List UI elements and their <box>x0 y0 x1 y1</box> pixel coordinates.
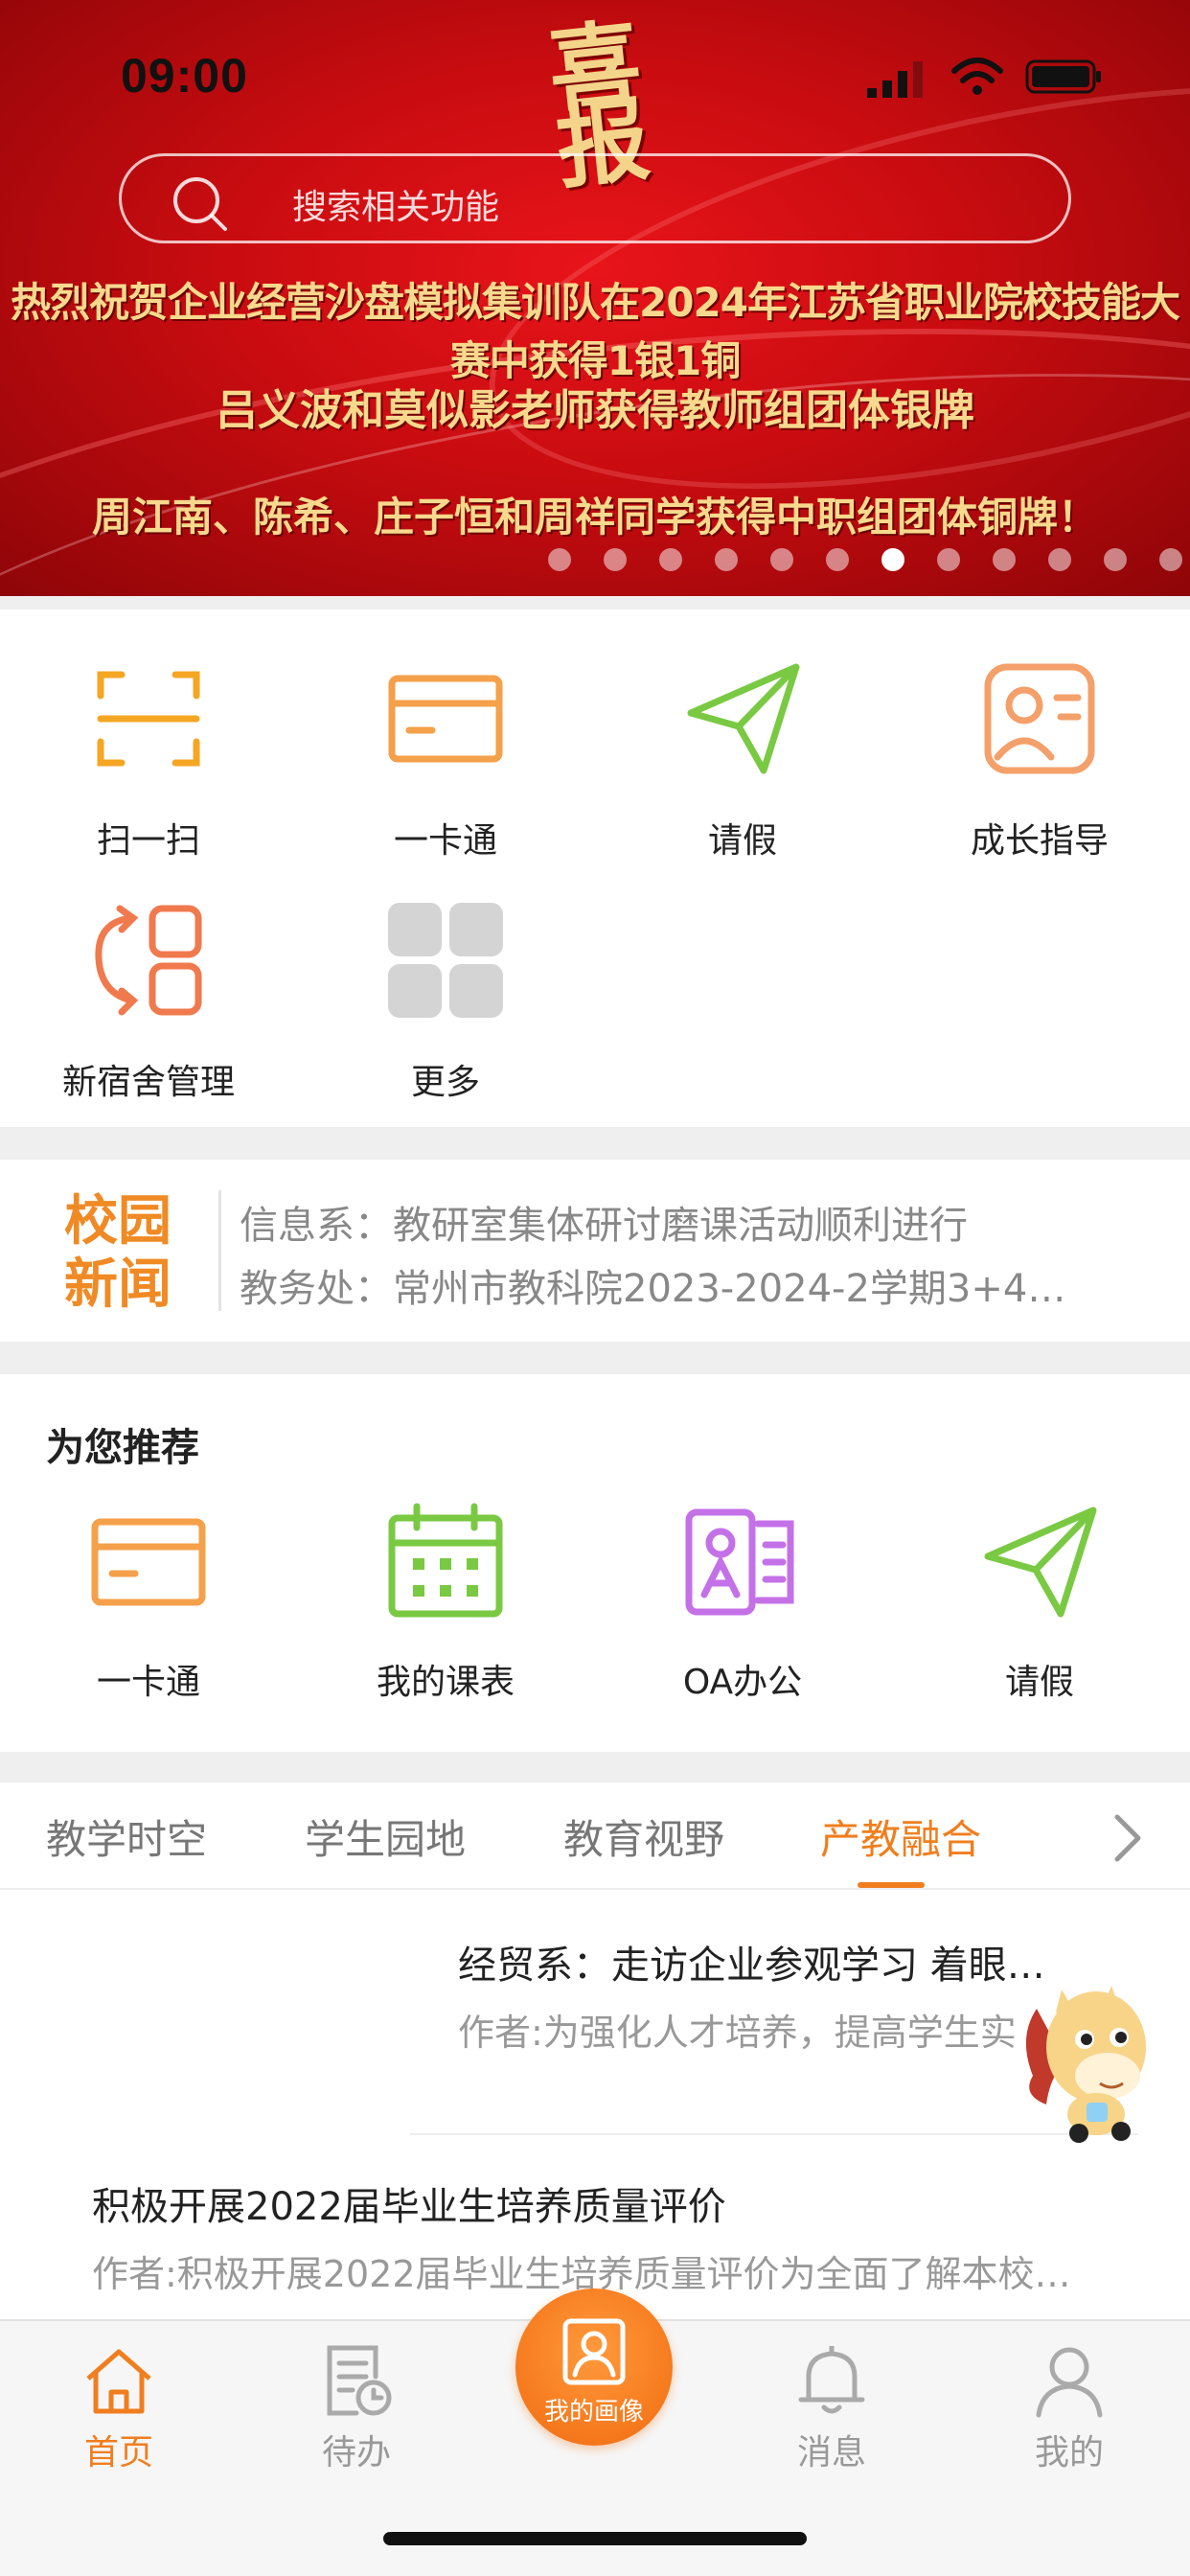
quick-action-label: 一卡通 <box>393 821 497 861</box>
tab-todo[interactable]: 待办 <box>261 2321 452 2494</box>
carousel-dot[interactable] <box>604 548 627 571</box>
calendar-icon <box>388 1503 503 1618</box>
carousel-dot[interactable] <box>937 548 960 571</box>
campus-news-badge: 校园 新闻 <box>56 1190 180 1317</box>
portrait-icon <box>562 2318 626 2385</box>
article-author: 作者:为强化人才培养，提高学生实 <box>458 2012 1017 2054</box>
banner-headline: 吕义波和莫似影老师获得教师组团体银牌 <box>216 386 974 435</box>
tab-label: 消息 <box>796 2433 866 2472</box>
search-placeholder: 搜索相关功能 <box>292 188 500 227</box>
recommend-leave[interactable]: 请假 <box>920 1374 1159 1702</box>
news-item[interactable]: 信息系：教研室集体研讨磨课活动顺利进行 <box>240 1194 1159 1250</box>
tab-label: 待办 <box>321 2433 391 2472</box>
tab-education[interactable]: 教育视野 <box>563 1807 724 1866</box>
tab-label: 首页 <box>83 2433 153 2472</box>
chevron-right-icon[interactable] <box>1102 1809 1150 1867</box>
oa-icon <box>685 1508 794 1616</box>
recommend-section: 为您推荐 一卡通 我的课表 OA办公 请假 <box>0 1374 1190 1752</box>
banner-headline: 热烈祝贺企业经营沙盘模拟集训队在2024年江苏省职业院校技能大赛中获得1银1铜 <box>11 279 1180 384</box>
carousel-dot[interactable] <box>548 548 571 571</box>
home-icon <box>86 2349 151 2414</box>
banner-headline: 周江南、陈希、庄子恒和周祥同学获得中职组团体铜牌！ <box>91 494 1098 540</box>
tab-messages[interactable]: 消息 <box>736 2321 927 2494</box>
tab-students[interactable]: 学生园地 <box>305 1807 466 1866</box>
recommend-label: 我的课表 <box>376 1663 515 1702</box>
recommend-label: OA办公 <box>682 1663 803 1702</box>
recommend-label: 请假 <box>1004 1663 1074 1702</box>
carousel-dot[interactable] <box>826 548 849 571</box>
quick-action-growth[interactable]: 成长指导 <box>920 629 1159 861</box>
tab-label: 我的 <box>1034 2433 1104 2472</box>
status-time: 09:00 <box>121 49 248 103</box>
carousel-dot[interactable] <box>1048 548 1071 571</box>
news-item[interactable]: 教务处：常州市教科院2023-2024-2学期3+4… <box>240 1257 1159 1313</box>
todo-icon <box>327 2345 392 2416</box>
article-author: 作者:积极开展2022届毕业生培养质量评价为全面了解本校… <box>92 2253 1071 2295</box>
quick-action-label: 更多 <box>410 1063 480 1102</box>
quick-action-label: 成长指导 <box>970 821 1109 861</box>
article-title[interactable]: 积极开展2022届毕业生培养质量评价 <box>92 2175 1127 2231</box>
quick-action-dorm[interactable]: 新宿舍管理 <box>29 870 268 1102</box>
wifi-icon <box>951 58 1003 95</box>
quick-action-leave[interactable]: 请假 <box>623 629 862 861</box>
card-icon <box>91 1518 206 1606</box>
growth-guide-icon <box>984 663 1095 774</box>
quick-action-card[interactable]: 一卡通 <box>326 629 565 861</box>
carousel-indicator[interactable] <box>548 548 1182 573</box>
active-tab-indicator <box>858 1882 925 1888</box>
user-icon <box>1036 2347 1103 2418</box>
carousel-dot[interactable] <box>770 548 793 571</box>
dorm-icon <box>95 905 202 1016</box>
tab-portrait[interactable]: 我的画像 <box>515 2288 673 2446</box>
divider <box>218 1190 221 1311</box>
bell-icon <box>798 2346 865 2414</box>
recommend-label: 一卡通 <box>96 1663 200 1702</box>
scan-icon <box>97 671 200 767</box>
tab-label: 我的画像 <box>543 2398 644 2426</box>
quick-action-scan[interactable]: 扫一扫 <box>29 629 268 861</box>
tab-industry[interactable]: 产教融合 <box>820 1807 981 1866</box>
quick-actions-grid: 扫一扫 一卡通 请假 成长指导 新宿舍管理 更多 <box>0 610 1190 1127</box>
carousel-dot[interactable] <box>659 548 682 571</box>
tab-home[interactable]: 首页 <box>23 2321 215 2494</box>
carousel-dot[interactable] <box>993 548 1016 571</box>
mascot-icon[interactable] <box>1008 1970 1161 2143</box>
recommend-oa[interactable]: OA办公 <box>623 1374 862 1702</box>
promo-banner[interactable]: 09:00 喜报 搜索相关功能 热烈祝贺企业经营沙盘模拟集训队在2024年江苏省… <box>0 0 1190 596</box>
tab-teaching[interactable]: 教学时空 <box>46 1807 207 1866</box>
badge-line: 新闻 <box>64 1254 172 1316</box>
more-grid-icon <box>388 903 503 1018</box>
recommend-card[interactable]: 一卡通 <box>29 1374 268 1702</box>
search-input[interactable]: 搜索相关功能 <box>119 153 1071 243</box>
quick-action-label: 扫一扫 <box>96 821 200 861</box>
campus-news-ticker[interactable]: 校园 新闻 信息系：教研室集体研讨磨课活动顺利进行 教务处：常州市教科院2023… <box>0 1160 1190 1342</box>
content-tabs: 教学时空 学生园地 教育视野 产教融合 <box>0 1782 1190 1890</box>
signal-icon <box>867 61 923 98</box>
quick-action-label: 新宿舍管理 <box>61 1063 235 1102</box>
paper-plane-icon <box>687 663 800 774</box>
recommend-timetable[interactable]: 我的课表 <box>326 1374 565 1702</box>
carousel-dot[interactable] <box>1159 548 1182 571</box>
home-indicator <box>383 2532 807 2545</box>
quick-action-label: 请假 <box>707 821 777 861</box>
tab-mine[interactable]: 我的 <box>973 2321 1165 2494</box>
battery-icon <box>1025 59 1101 94</box>
carousel-dot[interactable] <box>881 548 904 571</box>
quick-action-more[interactable]: 更多 <box>326 870 565 1102</box>
card-icon <box>388 675 503 763</box>
badge-line: 校园 <box>64 1190 172 1253</box>
paper-plane-icon <box>984 1506 1097 1618</box>
search-icon <box>173 177 227 231</box>
carousel-dot[interactable] <box>1104 548 1127 571</box>
carousel-dot[interactable] <box>715 548 738 571</box>
